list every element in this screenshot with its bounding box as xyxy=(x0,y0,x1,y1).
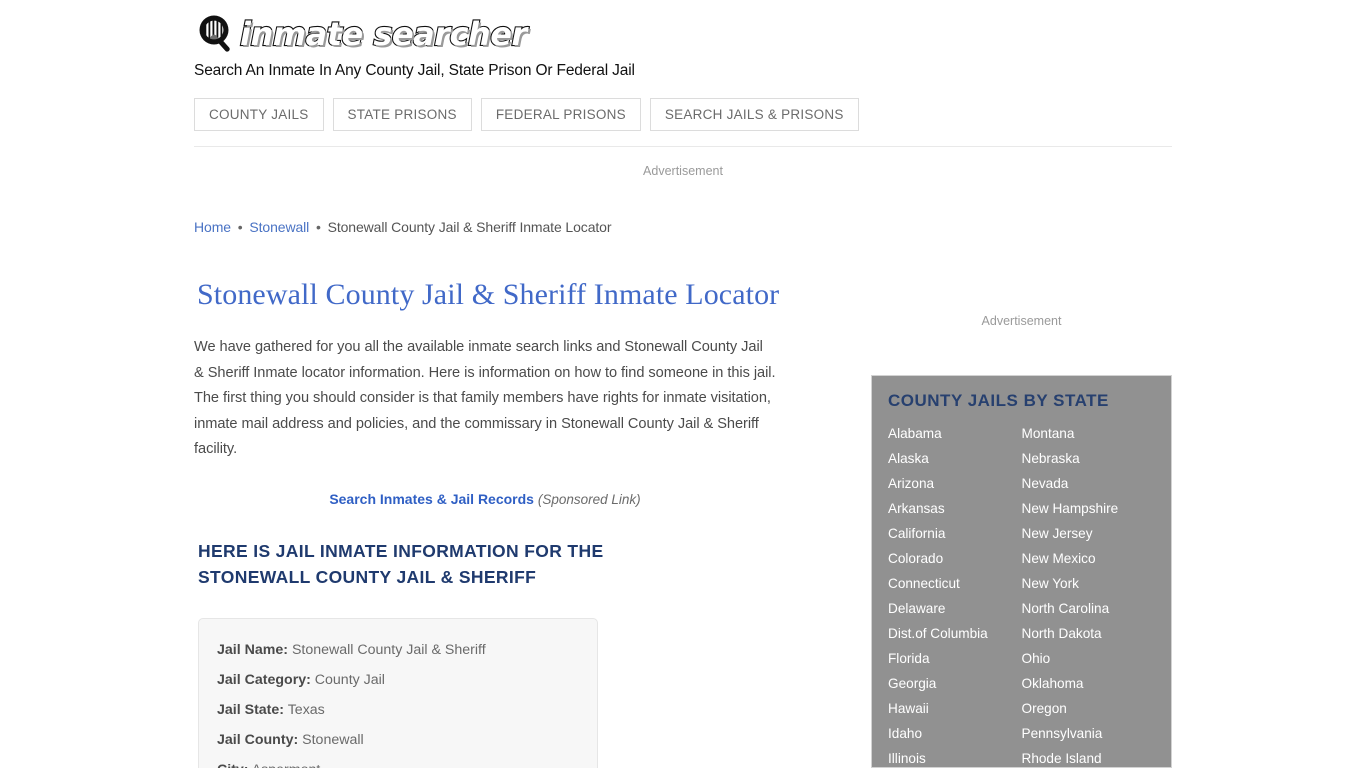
state-link-new-mexico[interactable]: New Mexico xyxy=(1022,546,1156,571)
main-content: Home • Stonewall • Stonewall County Jail… xyxy=(194,218,794,768)
logo-wordmark: inmate searcher xyxy=(239,14,528,54)
breadcrumb-separator-2: • xyxy=(315,219,321,235)
state-link-pennsylvania[interactable]: Pennsylvania xyxy=(1022,721,1156,746)
info-row-jail-name: Jail Name: Stonewall County Jail & Sheri… xyxy=(217,635,579,665)
sponsored-link-note: (Sponsored Link) xyxy=(537,491,641,507)
info-key: Jail Category: xyxy=(217,671,311,688)
sponsored-link-row: Search Inmates & Jail Records (Sponsored… xyxy=(194,489,776,510)
intro-paragraph: We have gathered for you all the availab… xyxy=(194,339,776,457)
info-row-jail-category: Jail Category: County Jail xyxy=(217,665,579,695)
info-key: City: xyxy=(217,762,249,768)
breadcrumb: Home • Stonewall • Stonewall County Jail… xyxy=(194,218,794,236)
info-row-city: City: Aspermont xyxy=(217,755,579,768)
site-tagline: Search An Inmate In Any County Jail, Sta… xyxy=(194,62,635,79)
state-link-colorado[interactable]: Colorado xyxy=(888,546,1022,571)
info-row-jail-county: Jail County: Stonewall xyxy=(217,725,579,755)
section-heading: HERE IS JAIL INMATE INFORMATION FOR THE … xyxy=(198,540,604,587)
state-link-alabama[interactable]: Alabama xyxy=(888,421,1022,446)
sidebar-advertisement-label: Advertisement xyxy=(981,314,1062,328)
state-link-connecticut[interactable]: Connecticut xyxy=(888,571,1022,596)
state-link-arkansas[interactable]: Arkansas xyxy=(888,496,1022,521)
breadcrumb-current: Stonewall County Jail & Sheriff Inmate L… xyxy=(327,219,612,235)
page-root: inmate searcher Search An Inmate In Any … xyxy=(0,0,1366,768)
state-link-oregon[interactable]: Oregon xyxy=(1022,696,1156,721)
breadcrumb-home[interactable]: Home xyxy=(194,219,231,235)
state-link-ohio[interactable]: Ohio xyxy=(1022,646,1156,671)
state-link-new-york[interactable]: New York xyxy=(1022,571,1156,596)
state-link-hawaii[interactable]: Hawaii xyxy=(888,696,1022,721)
info-row-jail-state: Jail State: Texas xyxy=(217,695,579,725)
info-key: Jail County: xyxy=(217,731,299,748)
info-key: Jail Name: xyxy=(217,641,288,658)
state-link-georgia[interactable]: Georgia xyxy=(888,671,1022,696)
nav-federal-prisons[interactable]: FEDERAL PRISONS xyxy=(480,98,641,131)
state-link-arizona[interactable]: Arizona xyxy=(888,471,1022,496)
nav-search-jails-prisons[interactable]: SEARCH JAILS & PRISONS xyxy=(649,98,859,131)
search-inmates-records-link[interactable]: Search Inmates & Jail Records xyxy=(329,491,534,507)
county-jails-by-state-panel: COUNTY JAILS BY STATE Alabama Alaska Arizo… xyxy=(871,375,1172,768)
site-logo[interactable]: inmate searcher xyxy=(194,12,1174,56)
sidebar-panel-title: COUNTY JAILS BY STATE xyxy=(888,391,1109,410)
state-link-delaware[interactable]: Delaware xyxy=(888,596,1022,621)
site-header: inmate searcher Search An Inmate In Any … xyxy=(194,12,1174,81)
breadcrumb-separator-1: • xyxy=(237,219,243,235)
magnifier-jail-icon xyxy=(194,13,238,55)
nav-county-jails[interactable]: COUNTY JAILS xyxy=(194,98,324,131)
breadcrumb-county[interactable]: Stonewall xyxy=(249,219,309,235)
info-value: Texas xyxy=(287,701,325,718)
state-link-dist-of-columbia[interactable]: Dist.of Columbia xyxy=(888,621,1022,646)
state-link-california[interactable]: California xyxy=(888,521,1022,546)
state-link-montana[interactable]: Montana xyxy=(1022,421,1156,446)
main-navigation: COUNTY JAILS STATE PRISONS FEDERAL PRISO… xyxy=(194,98,859,131)
info-value: Stonewall County Jail & Sheriff xyxy=(291,641,486,658)
page-title: Stonewall County Jail & Sheriff Inmate L… xyxy=(197,278,780,311)
state-link-north-dakota[interactable]: North Dakota xyxy=(1022,621,1156,646)
state-link-nevada[interactable]: Nevada xyxy=(1022,471,1156,496)
info-value: County Jail xyxy=(314,671,385,688)
header-divider xyxy=(194,146,1172,147)
info-value: Stonewall xyxy=(302,731,364,748)
jail-info-box: Jail Name: Stonewall County Jail & Sheri… xyxy=(198,617,598,768)
state-link-illinois[interactable]: Illinois xyxy=(888,746,1022,767)
state-link-nebraska[interactable]: Nebraska xyxy=(1022,446,1156,471)
state-link-new-jersey[interactable]: New Jersey xyxy=(1022,521,1156,546)
info-value: Aspermont xyxy=(252,762,321,768)
state-link-new-hampshire[interactable]: New Hampshire xyxy=(1022,496,1156,521)
state-link-idaho[interactable]: Idaho xyxy=(888,721,1022,746)
state-column-left: Alabama Alaska Arizona Arkansas California Co… xyxy=(888,421,1022,767)
info-key: Jail State: xyxy=(217,701,285,718)
state-link-alaska[interactable]: Alaska xyxy=(888,446,1022,471)
top-advertisement-label: Advertisement xyxy=(643,164,723,178)
state-columns: Alabama Alaska Arizona Arkansas California Co… xyxy=(888,421,1156,767)
state-link-florida[interactable]: Florida xyxy=(888,646,1022,671)
nav-state-prisons[interactable]: STATE PRISONS xyxy=(332,98,472,131)
state-column-right: Montana Nebraska Nevada New Hampshire New Je… xyxy=(1022,421,1156,767)
state-link-north-carolina[interactable]: North Carolina xyxy=(1022,596,1156,621)
state-link-oklahoma[interactable]: Oklahoma xyxy=(1022,671,1156,696)
state-link-rhode-island[interactable]: Rhode Island xyxy=(1022,746,1156,767)
